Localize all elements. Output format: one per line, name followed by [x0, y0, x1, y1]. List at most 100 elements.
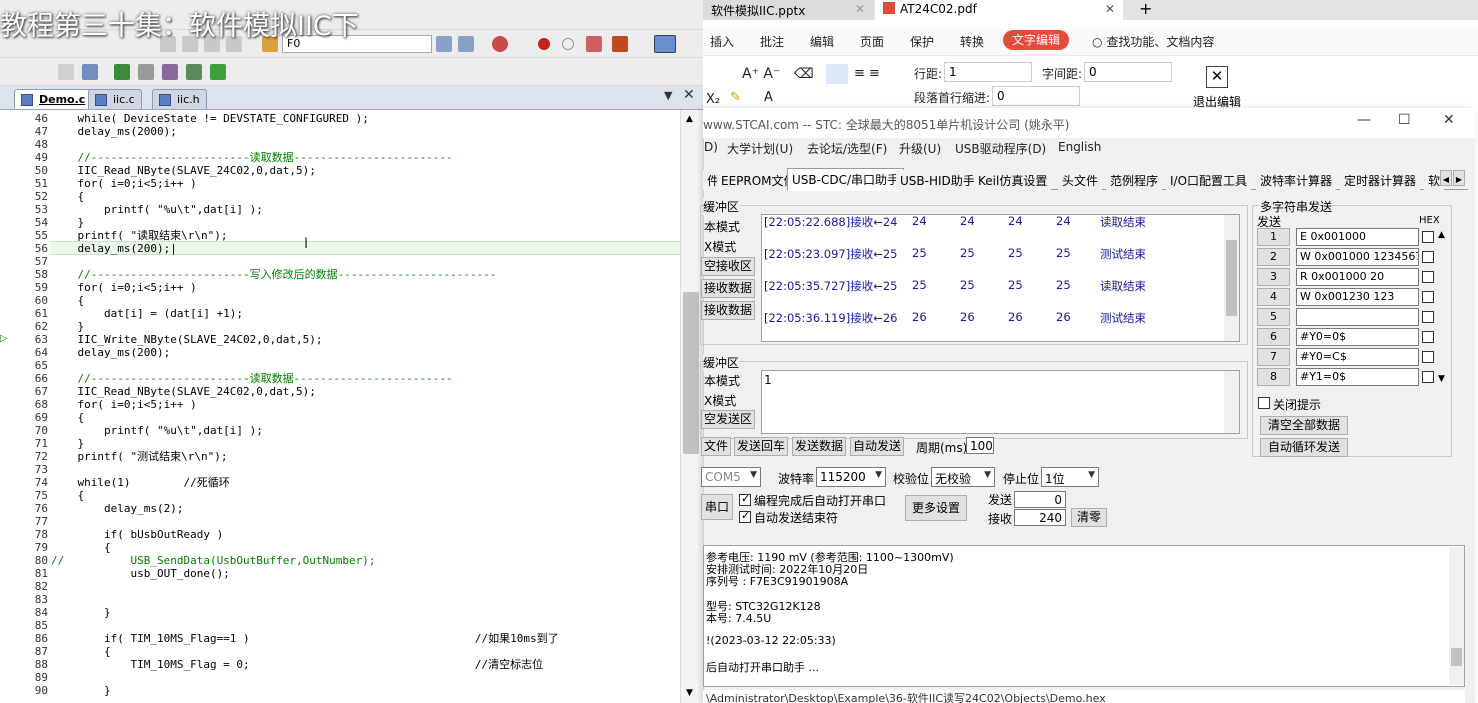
find-icon[interactable] — [436, 36, 452, 52]
send-enter-button[interactable]: 发送回车 — [734, 437, 788, 456]
menu-university[interactable]: 大学计划(U) — [727, 140, 793, 157]
tab-examples[interactable]: 范例程序 — [1106, 170, 1163, 190]
multi-send-button-5[interactable]: 5 — [1257, 308, 1290, 326]
find-in-files-icon[interactable] — [458, 36, 474, 52]
tab-iic-h[interactable]: iic.h — [152, 89, 207, 109]
exit-edit-icon[interactable]: ✕ — [1206, 66, 1228, 88]
multi-send-hex-checkbox[interactable] — [1422, 311, 1434, 323]
tab-usb-cdc[interactable]: USB-CDC/串口助手 — [787, 168, 905, 191]
rx-copy-button[interactable]: 接收数据 — [701, 301, 755, 320]
clear-breakpoints-icon[interactable] — [586, 36, 602, 52]
minimize-icon[interactable]: — — [1357, 112, 1371, 128]
scroll-up-icon[interactable]: ▲ — [686, 114, 693, 124]
tab-scroll-right-icon[interactable]: ▶ — [1453, 170, 1465, 186]
tx-hex-mode[interactable]: X模式 — [704, 392, 736, 409]
tx-scrollbar[interactable] — [1224, 371, 1239, 433]
tab-baud-calc[interactable]: 波特率计算器 — [1256, 170, 1337, 190]
char-spacing-input[interactable]: 0 — [1084, 62, 1172, 82]
parity-select[interactable]: 无校验 ▼ — [931, 467, 995, 487]
menu-usb-driver[interactable]: USB驱动程序(D) — [955, 140, 1046, 157]
send-file-button[interactable]: 文件 — [701, 437, 731, 456]
multi-send-input-6[interactable]: #Y0=0$ — [1296, 328, 1419, 346]
breakpoint-disable-icon[interactable] — [562, 38, 574, 50]
menu-text-edit[interactable]: 文字编辑 — [1003, 30, 1069, 50]
menu-protect[interactable]: 保护 — [910, 33, 934, 50]
tab-iic-c[interactable]: iic.c — [88, 89, 142, 109]
tab-keil-sim[interactable]: Keil仿真设置 — [974, 170, 1052, 190]
multi-send-input-4[interactable]: W 0x001230 123 — [1296, 288, 1419, 306]
font-grow-icon[interactable]: A⁺ A⁻ — [742, 66, 780, 82]
multi-send-input-7[interactable]: #Y0=C$ — [1296, 348, 1419, 366]
tab-header[interactable]: 头文件 — [1058, 170, 1103, 190]
log-scrollbar-thumb[interactable] — [1451, 648, 1462, 666]
menu-forum[interactable]: 去论坛/选型(F) — [807, 140, 887, 157]
close-icon[interactable]: ✕ — [1443, 112, 1455, 128]
menu-upgrade[interactable]: 升级(U) — [899, 140, 941, 157]
multi-send-input-1[interactable]: E 0x001000 — [1296, 228, 1419, 246]
rx-text-mode[interactable]: 本模式 — [704, 218, 740, 235]
multi-send-button-1[interactable]: 1 — [1257, 228, 1290, 246]
multi-send-button-6[interactable]: 6 — [1257, 328, 1290, 346]
clear-all-button[interactable]: 清空全部数据 — [1260, 416, 1348, 435]
multi-send-button-3[interactable]: 3 — [1257, 268, 1290, 286]
font-color-icon[interactable]: A — [764, 90, 773, 105]
clear-count-button[interactable]: 清零 — [1071, 508, 1107, 527]
options-icon[interactable] — [82, 64, 98, 80]
rte-icon[interactable] — [210, 64, 226, 80]
tab-timer-calc[interactable]: 定时器计算器 — [1340, 170, 1421, 190]
align-left-icon[interactable] — [826, 64, 848, 84]
tab-demo-c[interactable]: Demo.c — [14, 89, 93, 109]
scroll-down-icon[interactable]: ▼ — [686, 688, 693, 698]
menu-insert[interactable]: 插入 — [710, 33, 734, 50]
port-select[interactable]: COM5 ▼ — [701, 467, 761, 487]
close-icon[interactable]: ✕ — [1105, 2, 1115, 16]
scrollbar-thumb[interactable] — [683, 292, 699, 454]
multi-send-button-4[interactable]: 4 — [1257, 288, 1290, 306]
multi-send-hex-checkbox[interactable] — [1422, 331, 1434, 343]
menu-english[interactable]: English — [1058, 140, 1101, 154]
rx-save-button[interactable]: 接收数据 — [701, 279, 755, 298]
rx-hex-mode[interactable]: X模式 — [704, 238, 736, 255]
multi-send-button-7[interactable]: 7 — [1257, 348, 1290, 366]
breakpoint-icon[interactable] — [538, 38, 550, 50]
multi-send-hex-checkbox[interactable] — [1422, 271, 1434, 283]
build-target-icon[interactable] — [114, 64, 130, 80]
period-input[interactable]: 100 — [966, 437, 994, 454]
tab-list-icon[interactable]: ▼ — [664, 89, 672, 102]
window-layout-icon[interactable] — [654, 35, 676, 53]
multi-send-button-2[interactable]: 2 — [1257, 248, 1290, 266]
close-icon[interactable]: ✕ — [683, 87, 695, 103]
open-port-button[interactable]: 串口 — [701, 494, 733, 520]
multi-send-input-5[interactable] — [1296, 308, 1419, 326]
tab-usb-hid[interactable]: USB-HID助手 — [896, 170, 979, 190]
multi-send-hex-checkbox[interactable] — [1422, 251, 1434, 263]
pack-installer-icon[interactable] — [186, 64, 202, 80]
baud-select[interactable]: 115200 ▼ — [816, 467, 886, 487]
menu-d[interactable]: D) — [704, 140, 718, 154]
scroll-up-icon[interactable]: ▲ — [1438, 230, 1445, 240]
rx-scrollbar-thumb[interactable] — [1226, 240, 1237, 316]
tx-buffer[interactable] — [761, 370, 1240, 434]
doc-tab-pptx[interactable]: 软件模拟IIC.pptx ✕ — [703, 0, 873, 20]
auto-end-checkbox[interactable] — [739, 509, 751, 523]
wps-search[interactable]: ○ 查找功能、文档内容 — [1092, 33, 1214, 50]
multi-send-hex-checkbox[interactable] — [1422, 371, 1434, 383]
kill-breakpoints-icon[interactable] — [612, 36, 628, 52]
multi-send-input-8[interactable]: #Y1=0$ — [1296, 368, 1419, 386]
menu-edit[interactable]: 编辑 — [810, 33, 834, 50]
menu-page[interactable]: 页面 — [860, 33, 884, 50]
scroll-down-icon[interactable]: ▼ — [1438, 374, 1445, 384]
auto-open-checkbox[interactable] — [739, 492, 751, 506]
subscript-icon[interactable]: X₂ — [706, 92, 720, 107]
tx-clear-button[interactable]: 空发送区 — [701, 410, 755, 429]
menu-comment[interactable]: 批注 — [760, 33, 784, 50]
send-data-button[interactable]: 发送数据 — [792, 437, 846, 456]
auto-send-button[interactable]: 自动发送 — [850, 437, 904, 456]
auto-loop-button[interactable]: 自动循环发送 — [1260, 438, 1348, 457]
align-center-icon[interactable]: ≡ ≡ — [854, 66, 880, 81]
line-spacing-input[interactable]: 1 — [944, 62, 1032, 82]
batch-build-icon[interactable] — [138, 64, 154, 80]
close-icon[interactable]: ✕ — [855, 2, 865, 16]
manage-icon[interactable] — [162, 64, 178, 80]
tx-text-mode[interactable]: 本模式 — [704, 372, 740, 389]
